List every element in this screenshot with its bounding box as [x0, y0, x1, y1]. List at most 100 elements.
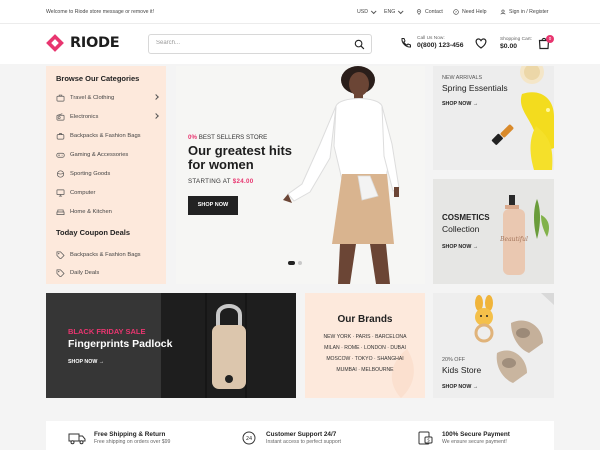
category-label: Backpacks & Fashion Bags: [70, 133, 141, 139]
chevron-right-icon: [153, 94, 159, 100]
bf-shop-now-link[interactable]: SHOP NOW →: [68, 359, 104, 365]
black-friday-banner[interactable]: BLACK FRIDAY SALE Fingerprints Padlock S…: [46, 293, 296, 398]
gamepad-icon: [56, 152, 65, 158]
currency-label: USD: [357, 9, 368, 15]
currency-select[interactable]: USD: [357, 8, 377, 15]
cart-label: Shopping Cart:: [500, 37, 532, 42]
coupon-heading: Today Coupon Deals: [56, 228, 131, 237]
page: Welcome to Riode store message or remove…: [0, 0, 600, 450]
arrow-right-icon: →: [472, 101, 479, 107]
coupon-label: Daily Deals: [70, 270, 100, 276]
promo-spring[interactable]: NEW ARRIVALS Spring Essentials SHOP NOW …: [433, 66, 554, 170]
search-icon[interactable]: [354, 39, 365, 50]
svg-text:24: 24: [246, 436, 252, 442]
language-label: ENG: [384, 9, 396, 15]
radio-icon: [56, 113, 65, 121]
feature-subtitle: Instant access to perfect support: [266, 439, 341, 445]
category-label: Sporting Goods: [70, 171, 111, 177]
category-label: Travel & Clothing: [70, 95, 115, 101]
features-strip: Free Shipping & Return Free shipping on …: [46, 421, 554, 450]
arrow-right-icon: →: [98, 359, 105, 365]
call-us[interactable]: Call Us Now: 0(800) 123-456: [400, 36, 463, 49]
feature-shipping: Free Shipping & Return Free shipping on …: [68, 431, 170, 445]
cosmetics-subtitle: Collection: [442, 224, 480, 234]
feature-support: 24 Customer Support 24/7 Instant access …: [240, 431, 341, 445]
spring-name: Spring Essentials: [442, 83, 508, 93]
signin-link[interactable]: Sign in / Register: [500, 9, 549, 15]
feature-title: Customer Support 24/7: [266, 431, 337, 438]
kids-shop-now-link[interactable]: SHOP NOW →: [442, 384, 478, 390]
category-item-backpacks[interactable]: Backpacks & Fashion Bags: [56, 130, 158, 142]
category-item-electronics[interactable]: Electronics: [56, 111, 159, 123]
coupon-item-backpacks[interactable]: Backpacks & Fashion Bags: [56, 249, 158, 261]
help-label: Need Help: [462, 9, 487, 15]
kids-kicker: 20% OFF: [442, 357, 466, 363]
sofa-icon: [56, 209, 65, 216]
brands-banner: Our Brands NEW YORK · PARIS · BARCELONA …: [305, 293, 425, 398]
category-item-gaming[interactable]: Gaming & Accessories: [56, 149, 158, 161]
logo-text: RIODE: [70, 35, 120, 51]
truck-icon: [68, 433, 86, 445]
search-input[interactable]: [156, 40, 346, 46]
brands-row: MILAN · ROME · LONDON · DUBAI: [324, 345, 406, 351]
svg-text:Beautiful: Beautiful: [499, 236, 528, 243]
cosmetics-title: COSMETICS: [442, 213, 490, 222]
logo-diamond-icon: [46, 34, 64, 52]
feature-title: Free Shipping & Return: [94, 431, 166, 438]
bf-kicker: BLACK FRIDAY SALE: [68, 327, 146, 336]
hero-shop-now-button[interactable]: SHOP NOW: [188, 196, 238, 215]
category-label: Home & Kitchen: [70, 209, 112, 215]
top-bar: Welcome to Riode store message or remove…: [0, 0, 600, 24]
brands-row: MOSCOW · TOKYO · SHANGHAI: [326, 356, 404, 362]
hero-title: Our greatest hits for women: [188, 143, 293, 172]
category-item-home-kitchen[interactable]: Home & Kitchen: [56, 206, 158, 218]
hero-model-image: [258, 66, 425, 284]
logo[interactable]: RIODE: [46, 34, 120, 52]
categories-heading: Browse Our Categories: [56, 74, 140, 83]
coupon-item-daily-deals[interactable]: Daily Deals: [56, 267, 158, 279]
wishlist-heart-icon[interactable]: [474, 36, 488, 50]
category-label: Gaming & Accessories: [70, 152, 129, 158]
location-pin-icon: [416, 9, 422, 15]
cart-total: $0.00: [500, 43, 518, 50]
promo-cosmetics[interactable]: Beautiful COSMETICS Collection SHOP NOW …: [433, 179, 554, 284]
cosmetics-shop-now-link[interactable]: SHOP NOW →: [442, 244, 478, 250]
category-item-sporting[interactable]: Sporting Goods: [56, 168, 158, 180]
cosmetics-link-label: SHOP NOW: [442, 244, 472, 250]
brands-row: MUMBAI · MELBOURNE: [336, 367, 394, 373]
contact-link[interactable]: Contact: [416, 9, 443, 15]
tag-icon: [56, 251, 65, 259]
feature-subtitle: Free shipping on orders over $99: [94, 439, 171, 445]
help-link[interactable]: ? Need Help: [453, 9, 487, 15]
language-select[interactable]: ENG: [384, 8, 404, 15]
bag-icon: [56, 132, 65, 140]
cosmetics-bottle-image: Beautiful: [499, 195, 549, 275]
cart-count-badge: 0: [546, 35, 554, 43]
phone-number: 0(800) 123-456: [417, 42, 464, 49]
contact-label: Contact: [425, 9, 443, 15]
hero-starting: STARTING AT $24.00: [188, 178, 254, 185]
suitcase-icon: [56, 94, 65, 102]
kids-name: Kids Store: [442, 365, 482, 375]
brands-title: Our Brands: [337, 314, 393, 325]
chevron-down-icon: [398, 8, 404, 15]
welcome-message: Welcome to Riode store message or remove…: [46, 9, 155, 15]
category-sidebar: Browse Our Categories Travel & Clothing …: [46, 66, 166, 284]
slider-dot-active[interactable]: [288, 261, 295, 265]
category-label: Electronics: [70, 114, 99, 120]
ball-icon: [56, 170, 65, 178]
cart-summary[interactable]: Shopping Cart: $0.00: [500, 37, 532, 50]
svg-text:$: $: [427, 438, 430, 444]
slider-dot[interactable]: [298, 261, 302, 265]
bf-link-label: SHOP NOW: [68, 359, 98, 365]
hero-kicker-text: BEST SELLERS STORE: [198, 134, 268, 141]
spring-link-label: SHOP NOW: [442, 101, 472, 107]
category-item-travel-clothing[interactable]: Travel & Clothing: [56, 92, 159, 104]
category-item-computer[interactable]: Computer: [56, 187, 158, 199]
spring-shop-now-link[interactable]: SHOP NOW →: [442, 101, 478, 107]
promo-kids[interactable]: 20% OFF Kids Store SHOP NOW →: [433, 293, 554, 398]
user-icon: [500, 9, 506, 15]
phone-icon: [401, 37, 411, 48]
kids-link-label: SHOP NOW: [442, 384, 472, 390]
help-circle-icon: ?: [453, 9, 459, 15]
